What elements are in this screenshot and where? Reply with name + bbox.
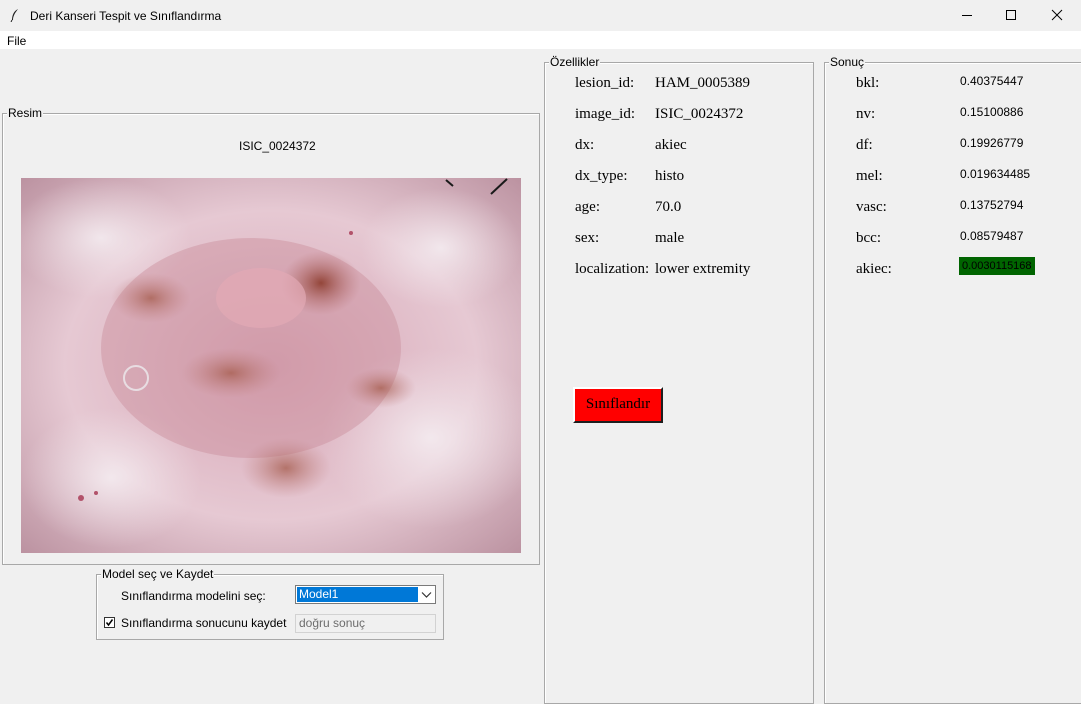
result-key-df: df: — [856, 137, 873, 153]
feature-key-localization: localization: — [575, 261, 650, 277]
feature-value-sex: male — [655, 230, 685, 246]
dermoscopy-image — [21, 178, 521, 553]
check-icon — [105, 619, 114, 627]
result-key-mel: mel: — [856, 168, 883, 184]
classify-button[interactable]: Sınıflandır — [573, 387, 663, 423]
result-value-mel: 0.019634485 — [960, 167, 1031, 181]
image-panel-legend: Resim — [7, 106, 44, 120]
image-caption: ISIC_0024372 — [239, 139, 316, 153]
result-key-bkl: bkl: — [856, 75, 880, 91]
result-value-akiec: 0.0030115168 — [959, 257, 1035, 275]
model-select-label: Sınıflandırma modelini seç: — [121, 589, 266, 603]
save-result-entry[interactable]: doğru sonuç — [295, 614, 436, 633]
result-key-akiec: akiec: — [856, 261, 892, 277]
window-title: Deri Kanseri Tespit ve Sınıflandırma — [30, 9, 222, 23]
result-value-bcc: 0.08579487 — [960, 229, 1024, 243]
feature-key-dx: dx: — [575, 137, 595, 153]
features-panel: Özellikler lesion_id: HAM_0005389 image_… — [544, 55, 814, 704]
title-bar: Deri Kanseri Tespit ve Sınıflandırma — [0, 0, 1081, 31]
minimize-button[interactable] — [944, 0, 990, 31]
feature-value-image-id: ISIC_0024372 — [655, 106, 744, 122]
save-result-label[interactable]: Sınıflandırma sonucunu kaydet — [121, 616, 286, 630]
chevron-down-icon[interactable] — [421, 589, 432, 600]
feature-key-image-id: image_id: — [575, 106, 635, 122]
result-panel-legend: Sonuç — [829, 55, 866, 69]
image-panel: Resim ISIC_0024372 — [2, 106, 540, 565]
model-select-value: Model1 — [297, 587, 418, 602]
result-key-nv: nv: — [856, 106, 876, 122]
feature-key-age: age: — [575, 199, 600, 215]
result-key-bcc: bcc: — [856, 230, 881, 246]
result-value-nv: 0.15100886 — [960, 105, 1024, 119]
maximize-button[interactable] — [988, 0, 1034, 31]
result-panel: Sonuç bkl: 0.40375447 nv: 0.15100886 df:… — [824, 55, 1081, 704]
feature-value-localization: lower extremity — [655, 261, 751, 277]
menu-file[interactable]: File — [7, 34, 26, 48]
menu-bar: File — [0, 31, 1081, 49]
feature-value-lesion-id: HAM_0005389 — [655, 75, 751, 91]
close-icon — [1051, 9, 1063, 21]
model-select[interactable]: Model1 — [295, 585, 436, 604]
maximize-icon — [1006, 10, 1016, 20]
feather-icon — [10, 9, 18, 22]
save-result-checkbox[interactable] — [104, 617, 115, 628]
result-value-vasc: 0.13752794 — [960, 198, 1024, 212]
result-value-df: 0.19926779 — [960, 136, 1024, 150]
feature-key-lesion-id: lesion_id: — [575, 75, 635, 91]
model-panel: Model seç ve Kaydet Sınıflandırma modeli… — [96, 567, 444, 640]
feature-value-dx: akiec — [655, 137, 687, 153]
minimize-icon — [962, 15, 972, 16]
result-value-bkl: 0.40375447 — [960, 74, 1024, 88]
result-key-vasc: vasc: — [856, 199, 887, 215]
features-panel-legend: Özellikler — [549, 55, 601, 69]
feature-value-dx-type: histo — [655, 168, 685, 184]
model-panel-legend: Model seç ve Kaydet — [101, 567, 215, 581]
close-button[interactable] — [1034, 0, 1080, 31]
lesion-image — [21, 178, 521, 553]
feature-key-dx-type: dx_type: — [575, 168, 628, 184]
feature-value-age: 70.0 — [655, 199, 682, 215]
feature-key-sex: sex: — [575, 230, 600, 246]
